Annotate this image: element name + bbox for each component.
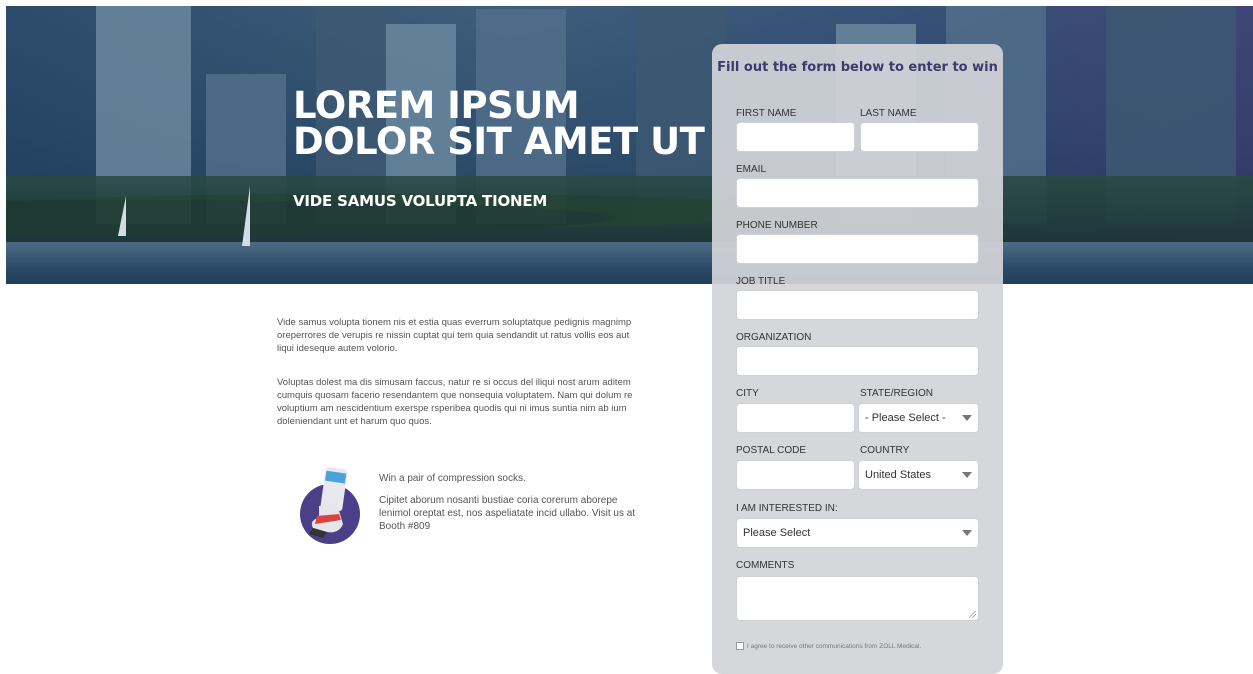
organization-input[interactable]	[736, 346, 979, 376]
job-title-label: JOB TITLE	[736, 276, 786, 287]
country-select-value: United States	[865, 469, 932, 481]
details-paragraph: Voluptas dolest ma dis simusam faccus, n…	[277, 377, 633, 427]
sailboat-icon	[118, 196, 126, 236]
compression-socks-image	[300, 467, 360, 544]
form-title: Fill out the form below to enter to win	[717, 60, 998, 75]
hero-title-line2: DOLOR SIT AMET UT	[293, 120, 705, 163]
hero-subtitle: VIDE SAMUS VOLUPTA TIONEM	[293, 192, 548, 210]
state-select-value: - Please Select -	[865, 412, 946, 424]
promo-text: Cipitet aborum nosanti bustiae coria cor…	[379, 495, 636, 532]
first-name-label: FIRST NAME	[736, 108, 797, 119]
hero-title: LOREM IPSUM DOLOR SIT AMET UT	[293, 87, 705, 163]
agree-row: I agree to receive other communications …	[736, 642, 921, 650]
job-title-input[interactable]	[736, 290, 979, 320]
last-name-input[interactable]	[860, 122, 979, 152]
phone-input[interactable]	[736, 234, 979, 264]
agree-checkbox[interactable]	[736, 642, 744, 650]
country-select[interactable]: United States	[858, 460, 979, 490]
sailboat-icon	[242, 186, 250, 246]
city-label: CITY	[736, 388, 759, 399]
postal-code-input[interactable]	[736, 460, 855, 490]
promo-title: Win a pair of compression socks.	[379, 473, 526, 484]
state-select[interactable]: - Please Select -	[858, 403, 979, 433]
country-label: COUNTRY	[860, 445, 910, 456]
postal-code-label: POSTAL CODE	[736, 445, 807, 456]
comments-label: COMMENTS	[736, 560, 795, 571]
chevron-down-icon	[962, 472, 972, 478]
hero-banner: LOREM IPSUM DOLOR SIT AMET UT VIDE SAMUS…	[6, 6, 1253, 284]
email-label: EMAIL	[736, 164, 767, 175]
email-input[interactable]	[736, 178, 979, 208]
agree-label: I agree to receive other communications …	[747, 642, 922, 650]
phone-label: PHONE NUMBER	[736, 220, 818, 231]
river	[6, 242, 1253, 284]
interest-label: I AM INTERESTED IN:	[736, 503, 838, 514]
first-name-input[interactable]	[736, 122, 855, 152]
organization-label: ORGANIZATION	[736, 332, 812, 343]
resize-handle-icon[interactable]	[969, 611, 976, 618]
comments-textarea[interactable]	[736, 576, 979, 621]
tree-line	[6, 176, 1253, 246]
city-input[interactable]	[736, 403, 855, 433]
interest-select[interactable]: Please Select	[736, 518, 979, 548]
chevron-down-icon	[962, 530, 972, 536]
interest-select-value: Please Select	[743, 527, 811, 539]
state-label: STATE/REGION	[860, 388, 933, 399]
last-name-label: LAST NAME	[860, 108, 917, 119]
entry-form: Fill out the form below to enter to win …	[712, 44, 1003, 674]
chevron-down-icon	[962, 415, 972, 421]
intro-paragraph: Vide samus volupta tionem nis et estia q…	[277, 317, 632, 354]
